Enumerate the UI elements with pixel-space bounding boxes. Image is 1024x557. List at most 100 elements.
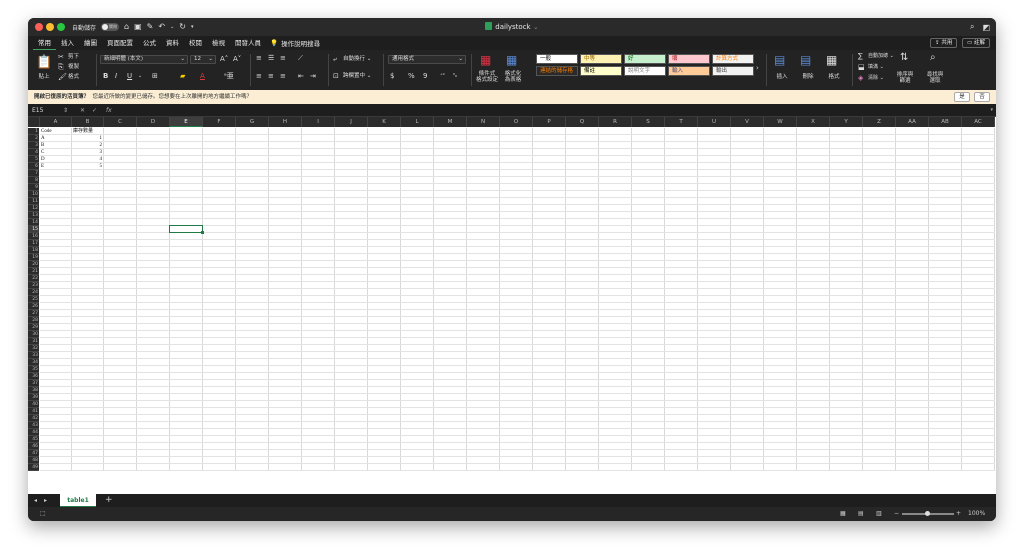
column-header[interactable]: A [40, 117, 72, 127]
column-header[interactable]: F [203, 117, 236, 127]
row-header[interactable]: 46 [28, 443, 39, 450]
tab-review[interactable]: 校閱 [184, 36, 207, 50]
row-header[interactable]: 45 [28, 436, 39, 443]
cell-b4[interactable]: 3 [72, 149, 103, 156]
name-box-stepper-icon[interactable]: ⇕ [63, 104, 68, 117]
row-header[interactable]: 10 [28, 191, 39, 198]
number-format-select[interactable]: 通用格式 ⌄ [388, 55, 466, 64]
cell-style-5[interactable]: 計算方式 [712, 54, 754, 64]
align-right-icon[interactable]: ≡ [280, 72, 286, 80]
font-color-icon[interactable]: A [200, 72, 205, 80]
row-header[interactable]: 27 [28, 310, 39, 317]
row-header[interactable]: 24 [28, 289, 39, 296]
copy-icon[interactable]: ⎘ [58, 63, 64, 71]
column-header[interactable]: S [632, 117, 665, 127]
expand-formula-bar-icon[interactable]: ▾ [990, 104, 993, 117]
select-all-corner[interactable] [28, 117, 40, 127]
column-header[interactable]: Y [830, 117, 863, 127]
format-as-table-icon[interactable]: ▦ [506, 54, 517, 66]
cell-style-7[interactable]: 備註 [580, 66, 622, 76]
cell-a1[interactable]: Code [41, 128, 52, 135]
title-dropdown-icon[interactable]: ⌄ [533, 23, 539, 31]
cell-style-6[interactable]: 連結的儲存格 [536, 66, 578, 76]
zoom-slider-thumb[interactable] [925, 511, 930, 516]
row-header[interactable]: 42 [28, 415, 39, 422]
cell-b5[interactable]: 4 [72, 156, 103, 163]
tab-view[interactable]: 檢視 [207, 36, 230, 50]
infobar-no-button[interactable]: 否 [974, 92, 990, 102]
sheet-tab-table1[interactable]: table1 [60, 494, 96, 507]
conditional-format-icon[interactable]: ▦ [480, 54, 491, 66]
row-header[interactable]: 32 [28, 345, 39, 352]
share-button[interactable]: ⇪ 共用 [930, 38, 958, 48]
column-header[interactable]: J [335, 117, 368, 127]
paste-label[interactable]: 貼上 [36, 74, 52, 80]
row-header[interactable]: 35 [28, 366, 39, 373]
confirm-entry-icon[interactable]: ✓ [92, 104, 97, 117]
wrap-text-icon[interactable]: ⤶ [333, 55, 337, 63]
cell-a5[interactable]: D [41, 156, 45, 163]
delete-cells-icon[interactable]: ▤ [800, 54, 811, 66]
column-header[interactable]: U [698, 117, 731, 127]
row-header[interactable]: 34 [28, 359, 39, 366]
row-header[interactable]: 16 [28, 233, 39, 240]
fill-handle[interactable] [201, 231, 204, 234]
column-header[interactable]: W [764, 117, 797, 127]
row-header[interactable]: 17 [28, 240, 39, 247]
zoom-level[interactable]: 100% [968, 507, 985, 521]
merge-center-button[interactable]: 跨欄置中 ⌄ [343, 72, 371, 80]
wrap-text-button[interactable]: 自動換行 ⌄ [343, 55, 371, 63]
row-header[interactable]: 5 [28, 156, 39, 163]
column-header[interactable]: Z [863, 117, 896, 127]
tell-me-search[interactable]: 💡 操作說明搜尋 [266, 38, 320, 48]
column-header[interactable]: B [72, 117, 104, 127]
clear-button[interactable]: 清除 ⌄ [868, 74, 884, 82]
row-header[interactable]: 3 [28, 142, 39, 149]
cell-style-10[interactable]: 輸出 [712, 66, 754, 76]
next-sheet-icon[interactable]: ▸ [44, 494, 47, 507]
styles-more-icon[interactable]: › [756, 64, 759, 72]
conditional-format-button[interactable]: 條件式 格式設定 [474, 71, 500, 83]
column-header[interactable]: Q [566, 117, 599, 127]
row-header[interactable]: 22 [28, 275, 39, 282]
paste-icon[interactable]: 📋 [36, 56, 52, 70]
column-header[interactable]: N [467, 117, 500, 127]
row-header[interactable]: 28 [28, 317, 39, 324]
format-painter-button[interactable]: 格式 [68, 73, 79, 81]
column-header[interactable]: E [170, 117, 203, 127]
row-header[interactable]: 15 [28, 226, 39, 233]
row-header[interactable]: 19 [28, 254, 39, 261]
currency-button[interactable]: $ [390, 72, 394, 80]
increase-font-icon[interactable]: A˄ [220, 55, 228, 63]
row-header[interactable]: 41 [28, 408, 39, 415]
row-header[interactable]: 4 [28, 149, 39, 156]
cell-a3[interactable]: B [41, 142, 44, 149]
row-header[interactable]: 47 [28, 450, 39, 457]
clear-icon[interactable]: ◈ [858, 74, 863, 82]
column-header[interactable]: I [302, 117, 335, 127]
column-header[interactable]: V [731, 117, 764, 127]
find-select-button[interactable]: 尋找與 選取 [924, 72, 946, 84]
row-header[interactable]: 9 [28, 184, 39, 191]
insert-cells-button[interactable]: 插入 [772, 74, 792, 80]
align-middle-icon[interactable]: ☰ [268, 54, 274, 62]
insert-function-button[interactable]: fx [106, 104, 112, 117]
row-header[interactable]: 39 [28, 394, 39, 401]
fill-icon[interactable]: ⬓ [858, 63, 865, 71]
bold-button[interactable]: B [103, 72, 108, 80]
column-header[interactable]: M [434, 117, 467, 127]
fill-button[interactable]: 填滿 ⌄ [868, 63, 884, 71]
decrease-indent-icon[interactable]: ⇤ [298, 72, 304, 80]
row-header[interactable]: 7 [28, 170, 39, 177]
accessibility-icon[interactable]: ⬚ [40, 507, 46, 521]
row-header[interactable]: 44 [28, 429, 39, 436]
delete-cells-button[interactable]: 刪除 [798, 74, 818, 80]
row-header[interactable]: 23 [28, 282, 39, 289]
page-layout-view-icon[interactable]: ▤ [858, 507, 864, 521]
column-header[interactable]: K [368, 117, 401, 127]
cancel-entry-icon[interactable]: ✕ [80, 104, 85, 117]
align-top-icon[interactable]: ≡ [256, 54, 262, 62]
active-cell-selection[interactable] [169, 225, 203, 233]
row-header[interactable]: 25 [28, 296, 39, 303]
column-header[interactable]: L [401, 117, 434, 127]
